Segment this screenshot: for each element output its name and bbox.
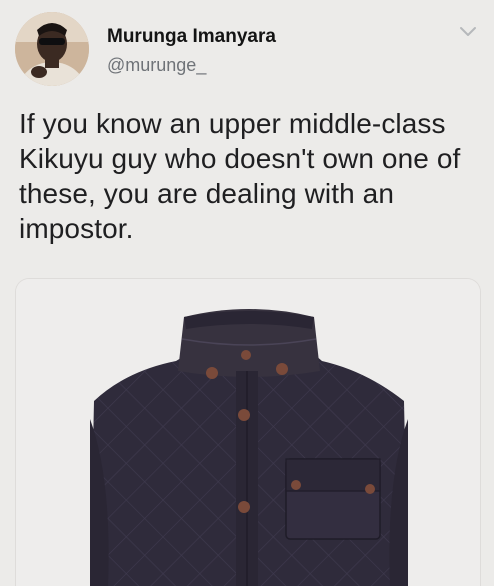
chevron-down-icon[interactable] bbox=[457, 24, 479, 40]
tweet-media[interactable] bbox=[15, 278, 481, 586]
avatar[interactable] bbox=[15, 12, 89, 86]
profile-photo-icon bbox=[15, 12, 89, 86]
author-names: Murunga Imanyara @murunge_ bbox=[107, 26, 276, 76]
tweet-text: If you know an upper middle-class Kikuyu… bbox=[19, 108, 461, 244]
tweet-card: Murunga Imanyara @murunge_ If you know a… bbox=[0, 0, 494, 586]
display-name[interactable]: Murunga Imanyara bbox=[107, 26, 276, 48]
user-handle[interactable]: @murunge_ bbox=[107, 54, 276, 76]
tweet-header: Murunga Imanyara @murunge_ bbox=[15, 12, 479, 88]
quilted-vest-photo-icon bbox=[16, 279, 480, 586]
